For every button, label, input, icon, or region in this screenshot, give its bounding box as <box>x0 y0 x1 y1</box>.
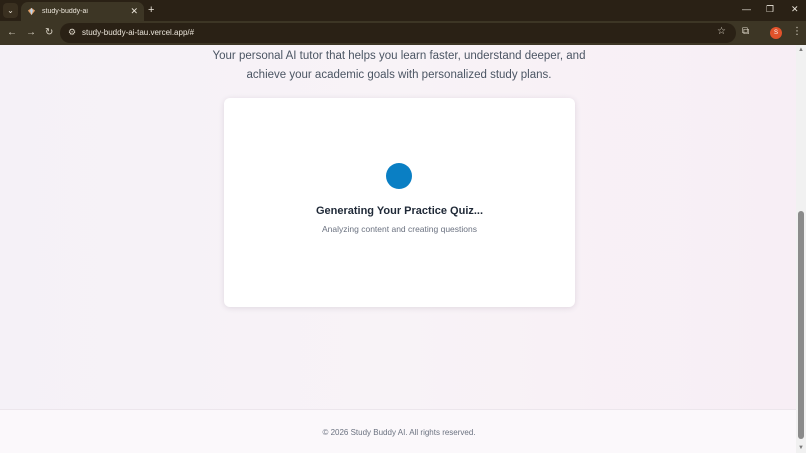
site-info-icon[interactable]: ⚙ <box>68 27 76 38</box>
loading-title: Generating Your Practice Quiz... <box>315 205 484 217</box>
page-scrollbar[interactable]: ▲ ▼ <box>796 45 806 453</box>
tab-title: study-buddy-ai <box>42 8 88 15</box>
favicon-icon <box>27 7 36 16</box>
page-footer: © 2026 Study Buddy AI. All rights reserv… <box>0 409 796 453</box>
hero-tagline-line-2: achieve your academic goals with persona… <box>246 68 552 81</box>
browser-toolbar: ← → ↻ ⚙ study-buddy-ai-tau.vercel.app/# … <box>0 21 806 45</box>
quiz-loading-card: Generating Your Practice Quiz... Analyzi… <box>224 98 575 307</box>
hero-tagline: Your personal AI tutor that helps you le… <box>0 47 796 84</box>
reload-icon[interactable]: ↻ <box>45 27 53 39</box>
scroll-thumb[interactable] <box>798 211 804 439</box>
browser-menu-icon[interactable]: ⋮ <box>792 26 802 37</box>
hero-tagline-line-1: Your personal AI tutor that helps you le… <box>212 50 586 62</box>
extensions-icon[interactable]: ⧉ <box>742 26 749 37</box>
browser-tab-strip: ⌄ study-buddy-ai ✕ + — ❐ ✕ <box>0 0 806 21</box>
address-bar[interactable]: ⚙ study-buddy-ai-tau.vercel.app/# ☆ <box>60 23 736 43</box>
loading-spinner-icon <box>386 163 412 189</box>
close-tab-icon[interactable]: ✕ <box>130 7 138 16</box>
profile-avatar[interactable]: S <box>770 27 782 39</box>
forward-icon[interactable]: → <box>26 27 36 39</box>
tab-search-button[interactable]: ⌄ <box>3 3 18 18</box>
loading-subtitle: Analyzing content and creating questions <box>322 224 477 234</box>
back-icon[interactable]: ← <box>7 27 17 39</box>
url-text[interactable]: study-buddy-ai-tau.vercel.app/# <box>82 28 194 37</box>
scroll-down-arrow-icon[interactable]: ▼ <box>798 445 804 451</box>
new-tab-button[interactable]: + <box>148 4 154 16</box>
close-window-icon[interactable]: ✕ <box>791 3 799 15</box>
restore-icon[interactable]: ❐ <box>766 3 774 15</box>
page-viewport: Your personal AI tutor that helps you le… <box>0 45 796 453</box>
scroll-up-arrow-icon[interactable]: ▲ <box>798 47 804 53</box>
bookmark-star-icon[interactable]: ☆ <box>717 26 726 37</box>
browser-tab[interactable]: study-buddy-ai ✕ <box>21 2 144 21</box>
minimize-icon[interactable]: — <box>742 3 751 15</box>
footer-copyright: © 2026 Study Buddy AI. All rights reserv… <box>322 428 476 437</box>
